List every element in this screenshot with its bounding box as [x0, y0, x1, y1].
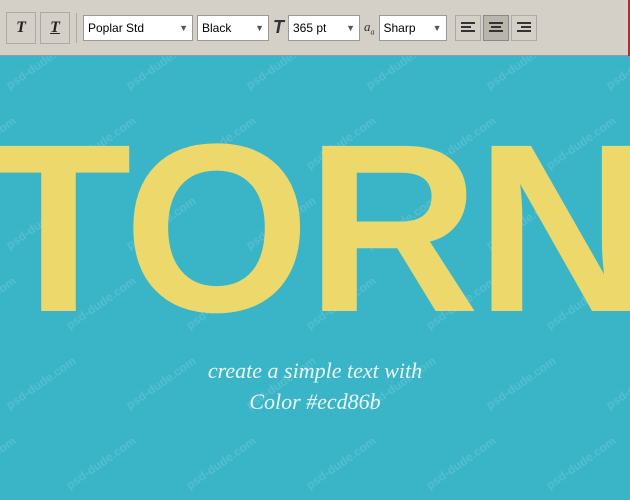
- watermark-text: psd-dude.com: [303, 434, 378, 493]
- align-center-icon: [489, 22, 503, 34]
- align-left-button[interactable]: [455, 15, 481, 41]
- watermark-text: psd-dude.com: [603, 56, 630, 92]
- watermark-text: psd-dude.com: [3, 56, 78, 92]
- watermark-text: psd-dude.com: [603, 354, 630, 413]
- main-heading: TORN: [0, 108, 630, 348]
- alignment-buttons: [455, 15, 537, 41]
- watermark-text: psd-dude.com: [63, 434, 138, 493]
- canvas-area: psd-dude.com psd-dude.com psd-dude.com psd-…: [0, 56, 630, 500]
- separator-1: [76, 13, 77, 43]
- subtitle-line1: create a simple text with: [208, 356, 422, 387]
- watermark-text: psd-dude.com: [483, 354, 558, 413]
- subtitle: create a simple text with Color #ecd86b: [208, 356, 422, 418]
- watermark-text: psd-dude.com: [363, 56, 438, 92]
- watermark-text: psd-dude.com: [483, 56, 558, 92]
- text-tool2-icon: T: [50, 19, 60, 37]
- font-color-select[interactable]: Black ▼: [197, 15, 269, 41]
- text-tool-button[interactable]: T: [6, 12, 36, 44]
- watermark-text: psd-dude.com: [0, 434, 19, 493]
- subtitle-line2: Color #ecd86b: [208, 387, 422, 418]
- font-family-chevron-icon: ▼: [179, 23, 188, 33]
- watermark-text: psd-dude.com: [543, 434, 618, 493]
- anti-alias-value: Sharp: [384, 21, 416, 35]
- font-family-select[interactable]: Poplar Std ▼: [83, 15, 193, 41]
- watermark-text: psd-dude.com: [123, 56, 198, 92]
- anti-alias-icon: aa: [364, 19, 375, 37]
- align-right-icon: [517, 22, 531, 34]
- font-size-chevron-icon: ▼: [346, 23, 355, 33]
- font-size-select[interactable]: 365 pt ▼: [288, 15, 360, 41]
- anti-alias-select[interactable]: Sharp ▼: [379, 15, 447, 41]
- toolbar: T T Poplar Std ▼ Black ▼ T 365 pt ▼ aa S…: [0, 0, 630, 56]
- watermark-text: psd-dude.com: [183, 434, 258, 493]
- anti-alias-chevron-icon: ▼: [433, 23, 442, 33]
- watermark-text: psd-dude.com: [123, 354, 198, 413]
- watermark-text: psd-dude.com: [243, 56, 318, 92]
- text-tool2-button[interactable]: T: [40, 12, 70, 44]
- font-family-value: Poplar Std: [88, 21, 144, 35]
- font-size-value: 365 pt: [293, 21, 326, 35]
- align-right-button[interactable]: [511, 15, 537, 41]
- font-color-value: Black: [202, 21, 231, 35]
- watermark-text: psd-dude.com: [423, 434, 498, 493]
- align-center-button[interactable]: [483, 15, 509, 41]
- align-left-icon: [461, 22, 475, 34]
- font-color-chevron-icon: ▼: [255, 23, 264, 33]
- text-tool-icon: T: [16, 19, 26, 37]
- font-size-icon: T: [273, 17, 284, 38]
- watermark-text: psd-dude.com: [3, 354, 78, 413]
